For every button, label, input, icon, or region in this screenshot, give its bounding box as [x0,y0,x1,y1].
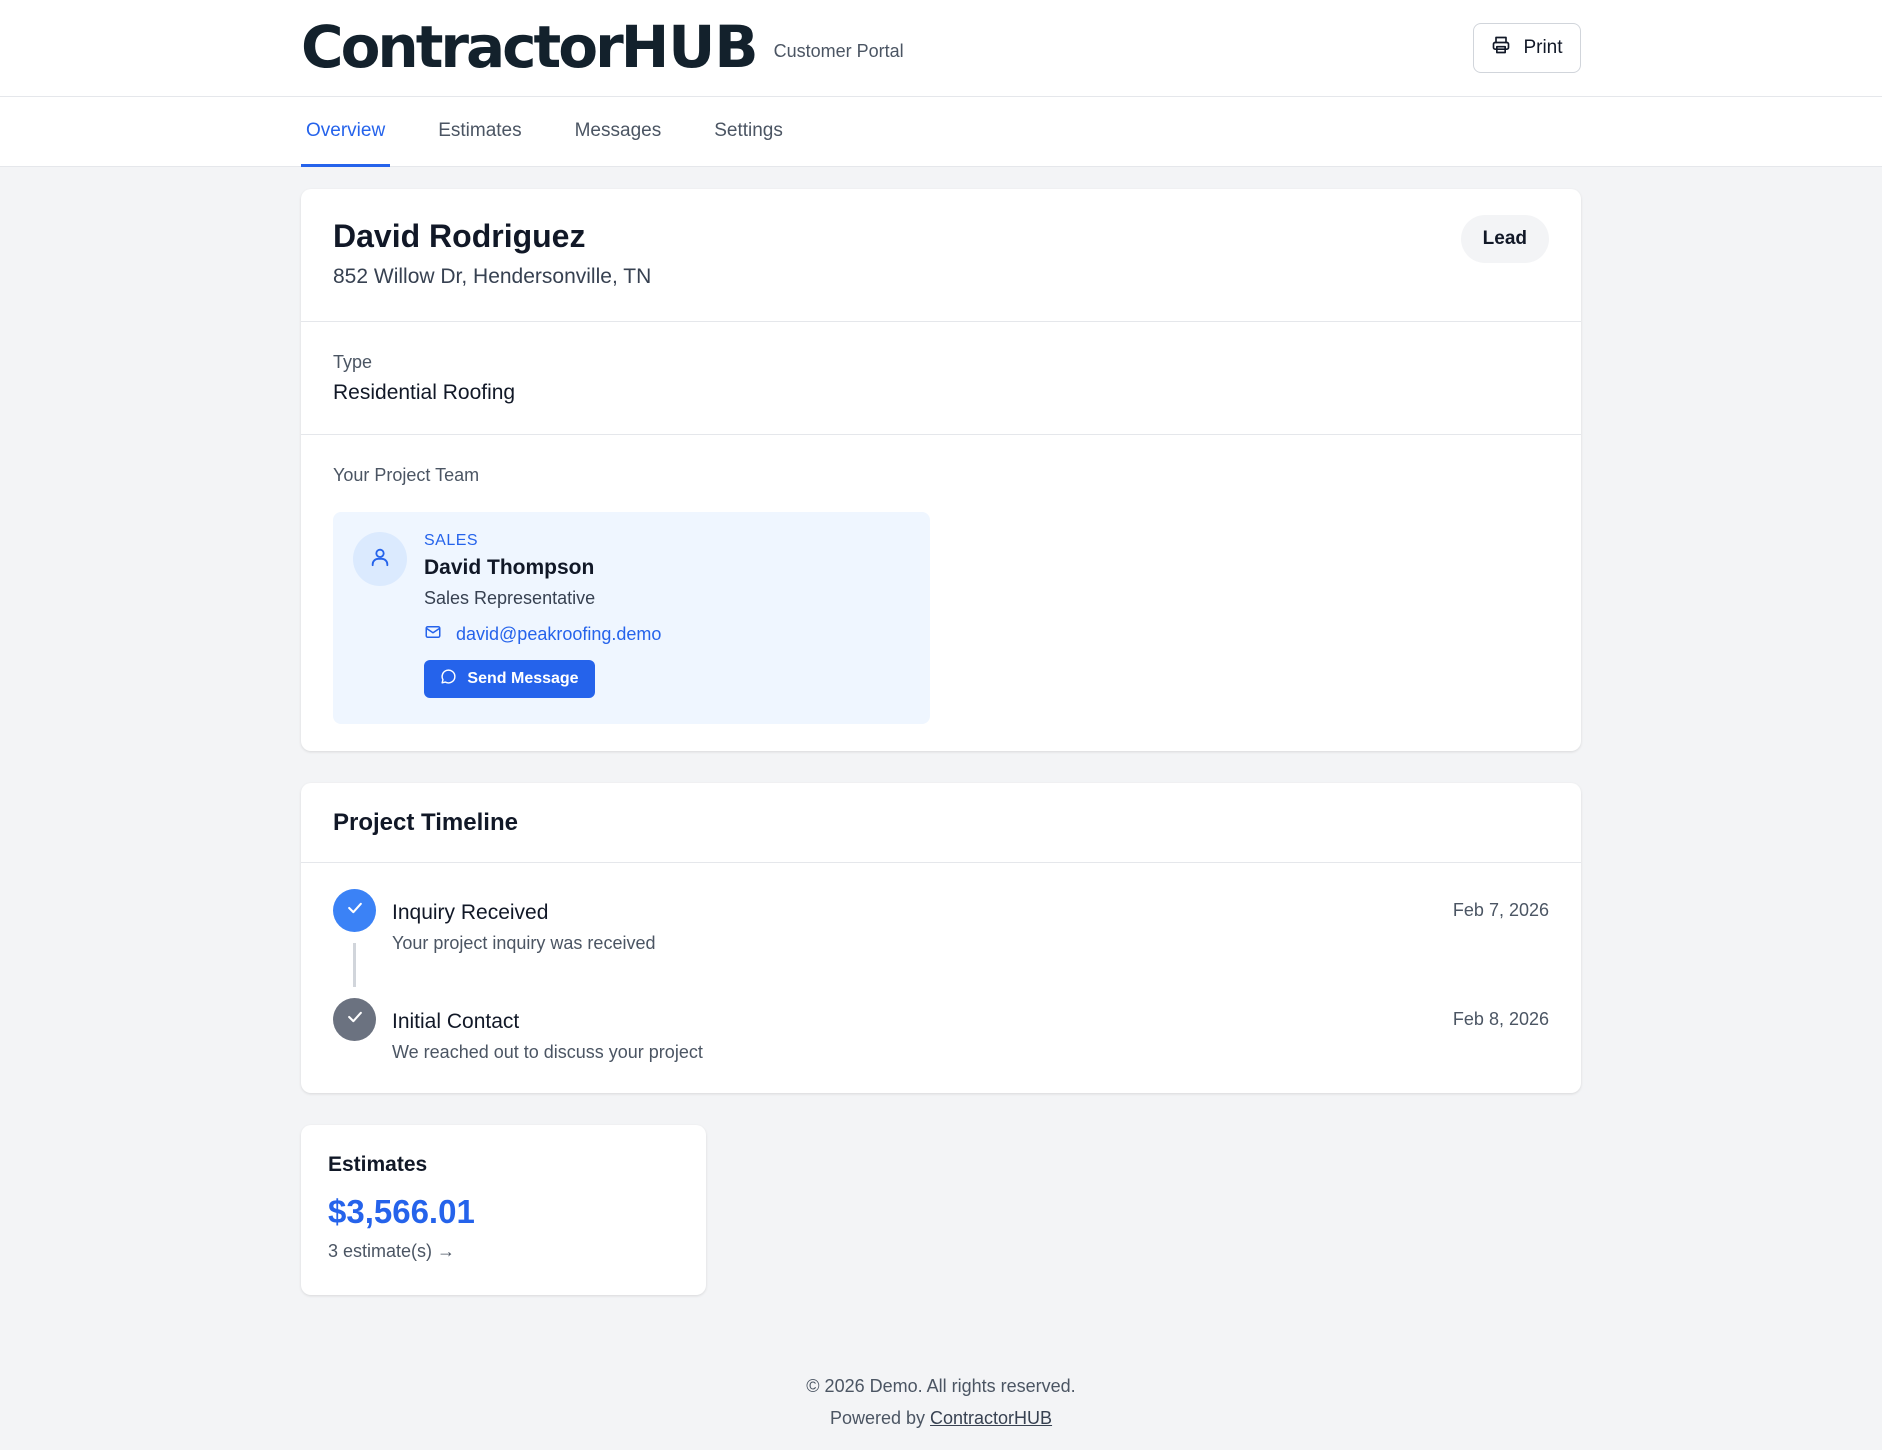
powered-by: Powered by ContractorHUB [0,1402,1882,1434]
estimates-count-link[interactable]: 3 estimate(s) → [328,1241,679,1262]
tab-estimates[interactable]: Estimates [433,97,526,167]
brand: ContractorHUB Customer Portal [301,18,904,76]
team-heading: Your Project Team [333,465,480,485]
tab-overview[interactable]: Overview [301,97,391,167]
check-icon [345,898,365,923]
timeline-event: Inquiry Received [392,901,549,924]
logo[interactable]: ContractorHUB [301,18,759,76]
mail-icon [424,623,442,646]
chat-bubble-icon [440,668,457,690]
timeline-item: Initial Contact We reached out to discus… [333,972,1549,1081]
type-label: Type [333,352,373,372]
portal-label: Customer Portal [773,41,904,61]
team-member-card: SALES David Thompson Sales Representativ… [333,512,930,724]
timeline-event: Initial Contact [392,1010,520,1033]
copyright-text: © 2026 Demo. All rights reserved. [806,1376,1076,1396]
tab-messages[interactable]: Messages [570,97,667,167]
nav-tabs: Overview Estimates Messages Settings [0,97,1882,167]
timeline-date: Feb 7, 2026 [1452,900,1549,920]
member-name: David Thompson [424,556,595,579]
send-message-button[interactable]: Send Message [424,660,595,698]
print-label: Print [1523,37,1563,58]
type-value: Residential Roofing [333,381,516,404]
top-bar: ContractorHUB Customer Portal Print [0,0,1882,97]
estimates-card[interactable]: Estimates $3,566.01 3 estimate(s) → [301,1125,706,1295]
timeline-description: We reached out to discuss your project [392,1042,703,1062]
timeline-card: Project Timeline Inquiry Received Your p… [301,783,1581,1093]
timeline-text: Initial Contact We reached out to discus… [392,1010,703,1063]
member-email-link[interactable]: david@peakroofing.demo [424,623,661,646]
customer-address: 852 Willow Dr, Hendersonville, TN [333,265,652,288]
timeline-text: Inquiry Received Your project inquiry wa… [392,901,655,954]
tab-settings[interactable]: Settings [709,97,788,167]
check-icon [345,1007,365,1032]
timeline-item: Inquiry Received Your project inquiry wa… [333,863,1549,987]
timeline-description: Your project inquiry was received [392,933,656,953]
powered-by-prefix: Powered by [829,1408,925,1428]
member-role: SALES [424,532,479,549]
avatar [353,532,407,586]
timeline-dot-completed [333,998,376,1041]
customer-header: David Rodriguez 852 Willow Dr, Henderson… [301,189,1581,322]
footer: © 2026 Demo. All rights reserved. Powere… [0,1370,1882,1434]
timeline-list: Inquiry Received Your project inquiry wa… [301,863,1581,1081]
project-team-section: Your Project Team SALES David Thompson S… [301,435,1581,754]
timeline-header: Project Timeline [301,783,1581,863]
timeline-date: Feb 8, 2026 [1452,1009,1549,1029]
logo-hub-text: HUB [620,13,759,81]
project-type-section: Type Residential Roofing [301,322,1581,435]
timeline-dot-completed [333,889,376,932]
estimates-title: Estimates [328,1153,428,1176]
customer-card: David Rodriguez 852 Willow Dr, Henderson… [301,189,1581,751]
member-title: Sales Representative [424,588,596,608]
status-badge: Lead [1460,215,1549,263]
customer-name: David Rodriguez [333,218,586,254]
member-email: david@peakroofing.demo [456,624,662,644]
team-member-info: SALES David Thompson Sales Representativ… [424,532,661,698]
printer-icon [1491,35,1511,61]
contractorhub-link[interactable]: ContractorHUB [930,1408,1052,1428]
estimates-total: $3,566.01 [328,1193,475,1230]
send-message-label: Send Message [467,670,579,687]
user-icon [369,546,391,573]
logo-main-text: Contractor [301,13,624,81]
print-button[interactable]: Print [1473,23,1581,73]
timeline-title: Project Timeline [333,808,518,836]
